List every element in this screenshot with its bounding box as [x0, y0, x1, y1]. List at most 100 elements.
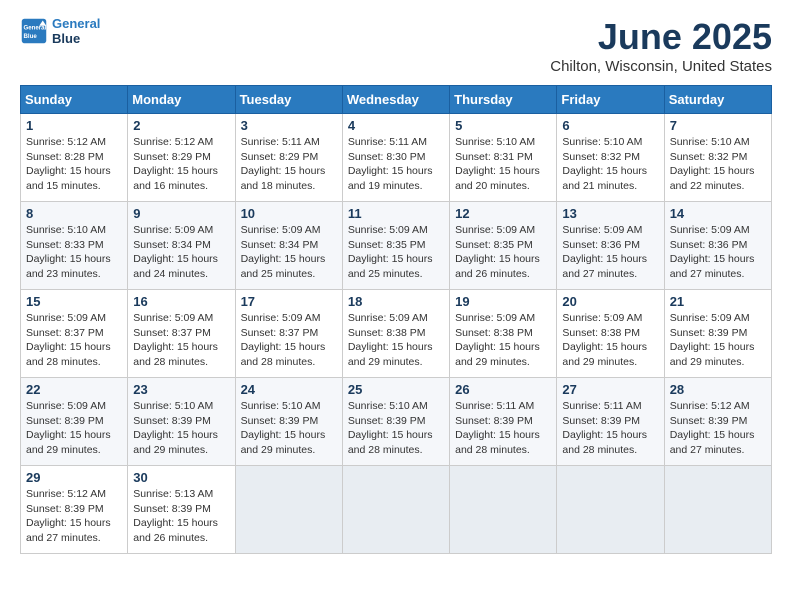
day-info: Sunrise: 5:13 AM Sunset: 8:39 PM Dayligh…: [133, 487, 229, 546]
calendar-cell: 25 Sunrise: 5:10 AM Sunset: 8:39 PM Dayli…: [342, 378, 449, 466]
weekday-header-sunday: Sunday: [21, 86, 128, 114]
day-number: 12: [455, 206, 551, 221]
calendar-cell: 21 Sunrise: 5:09 AM Sunset: 8:39 PM Dayli…: [664, 290, 771, 378]
day-info: Sunrise: 5:09 AM Sunset: 8:34 PM Dayligh…: [133, 223, 229, 282]
calendar-cell: 7Sunrise: 5:10 AM Sunset: 8:32 PM Daylig…: [664, 114, 771, 202]
location: Chilton, Wisconsin, United States: [550, 58, 772, 75]
calendar-cell: 1 Sunrise: 5:12 AM Sunset: 8:28 PM Daylig…: [21, 114, 128, 202]
calendar-cell: 27 Sunrise: 5:11 AM Sunset: 8:39 PM Dayli…: [557, 378, 664, 466]
calendar-cell: 29 Sunrise: 5:12 AM Sunset: 8:39 PM Dayli…: [21, 466, 128, 554]
day-info: Sunrise: 5:09 AM Sunset: 8:39 PM Dayligh…: [670, 311, 766, 370]
weekday-header-saturday: Saturday: [664, 86, 771, 114]
calendar-cell: 19 Sunrise: 5:09 AM Sunset: 8:38 PM Dayli…: [450, 290, 557, 378]
calendar-cell: 12 Sunrise: 5:09 AM Sunset: 8:35 PM Dayli…: [450, 202, 557, 290]
day-info: Sunrise: 5:09 AM Sunset: 8:34 PM Dayligh…: [241, 223, 337, 282]
weekday-header-tuesday: Tuesday: [235, 86, 342, 114]
calendar-cell: 11Sunrise: 5:09 AM Sunset: 8:35 PM Dayli…: [342, 202, 449, 290]
calendar-cell: 9 Sunrise: 5:09 AM Sunset: 8:34 PM Daylig…: [128, 202, 235, 290]
day-info: Sunrise: 5:10 AM Sunset: 8:32 PM Dayligh…: [670, 135, 766, 194]
calendar-cell: 22Sunrise: 5:09 AM Sunset: 8:39 PM Dayli…: [21, 378, 128, 466]
calendar-cell: 17 Sunrise: 5:09 AM Sunset: 8:37 PM Dayli…: [235, 290, 342, 378]
calendar-cell: 14Sunrise: 5:09 AM Sunset: 8:36 PM Dayli…: [664, 202, 771, 290]
day-number: 3: [241, 118, 337, 133]
calendar-cell: 16 Sunrise: 5:09 AM Sunset: 8:37 PM Dayli…: [128, 290, 235, 378]
week-row-2: 8 Sunrise: 5:10 AM Sunset: 8:33 PM Daylig…: [21, 202, 772, 290]
day-info: Sunrise: 5:10 AM Sunset: 8:33 PM Dayligh…: [26, 223, 122, 282]
logo-text: General: [52, 16, 100, 31]
header: General Blue General Blue June 2025 Chil…: [20, 16, 772, 75]
day-info: Sunrise: 5:12 AM Sunset: 8:39 PM Dayligh…: [670, 399, 766, 458]
day-info: Sunrise: 5:10 AM Sunset: 8:39 PM Dayligh…: [133, 399, 229, 458]
day-number: 28: [670, 382, 766, 397]
title-block: June 2025 Chilton, Wisconsin, United Sta…: [550, 16, 772, 75]
calendar-cell: 8 Sunrise: 5:10 AM Sunset: 8:33 PM Daylig…: [21, 202, 128, 290]
calendar-cell: [342, 466, 449, 554]
day-info: Sunrise: 5:09 AM Sunset: 8:35 PM Dayligh…: [455, 223, 551, 282]
day-info: Sunrise: 5:12 AM Sunset: 8:39 PM Dayligh…: [26, 487, 122, 546]
day-info: Sunrise: 5:12 AM Sunset: 8:28 PM Dayligh…: [26, 135, 122, 194]
day-info: Sunrise: 5:12 AM Sunset: 8:29 PM Dayligh…: [133, 135, 229, 194]
weekday-header-wednesday: Wednesday: [342, 86, 449, 114]
calendar-cell: [664, 466, 771, 554]
calendar-cell: 26Sunrise: 5:11 AM Sunset: 8:39 PM Dayli…: [450, 378, 557, 466]
day-number: 19: [455, 294, 551, 309]
day-number: 21: [670, 294, 766, 309]
logo-subtext: Blue: [52, 31, 100, 46]
day-info: Sunrise: 5:09 AM Sunset: 8:37 PM Dayligh…: [241, 311, 337, 370]
day-info: Sunrise: 5:11 AM Sunset: 8:29 PM Dayligh…: [241, 135, 337, 194]
day-number: 16: [133, 294, 229, 309]
calendar-cell: 15 Sunrise: 5:09 AM Sunset: 8:37 PM Dayli…: [21, 290, 128, 378]
week-row-3: 15 Sunrise: 5:09 AM Sunset: 8:37 PM Dayli…: [21, 290, 772, 378]
day-info: Sunrise: 5:09 AM Sunset: 8:39 PM Dayligh…: [26, 399, 122, 458]
day-number: 20: [562, 294, 658, 309]
calendar-cell: 4 Sunrise: 5:11 AM Sunset: 8:30 PM Daylig…: [342, 114, 449, 202]
calendar-cell: 10 Sunrise: 5:09 AM Sunset: 8:34 PM Dayli…: [235, 202, 342, 290]
day-number: 30: [133, 470, 229, 485]
calendar-body: 1 Sunrise: 5:12 AM Sunset: 8:28 PM Daylig…: [21, 114, 772, 554]
calendar-header: SundayMondayTuesdayWednesdayThursdayFrid…: [21, 86, 772, 114]
day-number: 15: [26, 294, 122, 309]
day-number: 25: [348, 382, 444, 397]
week-row-5: 29 Sunrise: 5:12 AM Sunset: 8:39 PM Dayli…: [21, 466, 772, 554]
calendar-cell: 20Sunrise: 5:09 AM Sunset: 8:38 PM Dayli…: [557, 290, 664, 378]
calendar-cell: 24Sunrise: 5:10 AM Sunset: 8:39 PM Dayli…: [235, 378, 342, 466]
logo: General Blue General Blue: [20, 16, 100, 46]
day-info: Sunrise: 5:10 AM Sunset: 8:39 PM Dayligh…: [348, 399, 444, 458]
day-info: Sunrise: 5:09 AM Sunset: 8:35 PM Dayligh…: [348, 223, 444, 282]
day-number: 8: [26, 206, 122, 221]
day-number: 17: [241, 294, 337, 309]
day-info: Sunrise: 5:09 AM Sunset: 8:38 PM Dayligh…: [348, 311, 444, 370]
week-row-1: 1 Sunrise: 5:12 AM Sunset: 8:28 PM Daylig…: [21, 114, 772, 202]
day-number: 18: [348, 294, 444, 309]
day-info: Sunrise: 5:11 AM Sunset: 8:30 PM Dayligh…: [348, 135, 444, 194]
calendar-cell: 5Sunrise: 5:10 AM Sunset: 8:31 PM Daylig…: [450, 114, 557, 202]
month-title: June 2025: [550, 16, 772, 58]
calendar-table: SundayMondayTuesdayWednesdayThursdayFrid…: [20, 85, 772, 554]
day-number: 13: [562, 206, 658, 221]
svg-text:Blue: Blue: [24, 33, 38, 40]
day-info: Sunrise: 5:09 AM Sunset: 8:38 PM Dayligh…: [455, 311, 551, 370]
day-number: 14: [670, 206, 766, 221]
day-number: 26: [455, 382, 551, 397]
calendar-cell: 13 Sunrise: 5:09 AM Sunset: 8:36 PM Dayli…: [557, 202, 664, 290]
day-info: Sunrise: 5:10 AM Sunset: 8:31 PM Dayligh…: [455, 135, 551, 194]
day-number: 10: [241, 206, 337, 221]
day-info: Sunrise: 5:09 AM Sunset: 8:37 PM Dayligh…: [26, 311, 122, 370]
calendar-page: General Blue General Blue June 2025 Chil…: [0, 0, 792, 612]
day-number: 4: [348, 118, 444, 133]
logo-icon: General Blue: [20, 17, 48, 45]
day-info: Sunrise: 5:09 AM Sunset: 8:36 PM Dayligh…: [562, 223, 658, 282]
day-number: 27: [562, 382, 658, 397]
day-info: Sunrise: 5:11 AM Sunset: 8:39 PM Dayligh…: [562, 399, 658, 458]
day-info: Sunrise: 5:10 AM Sunset: 8:32 PM Dayligh…: [562, 135, 658, 194]
day-number: 23: [133, 382, 229, 397]
day-number: 6: [562, 118, 658, 133]
calendar-cell: 23 Sunrise: 5:10 AM Sunset: 8:39 PM Dayli…: [128, 378, 235, 466]
calendar-cell: 18 Sunrise: 5:09 AM Sunset: 8:38 PM Dayli…: [342, 290, 449, 378]
day-number: 29: [26, 470, 122, 485]
day-number: 1: [26, 118, 122, 133]
day-number: 9: [133, 206, 229, 221]
day-info: Sunrise: 5:09 AM Sunset: 8:37 PM Dayligh…: [133, 311, 229, 370]
day-info: Sunrise: 5:10 AM Sunset: 8:39 PM Dayligh…: [241, 399, 337, 458]
calendar-cell: 2Sunrise: 5:12 AM Sunset: 8:29 PM Daylig…: [128, 114, 235, 202]
